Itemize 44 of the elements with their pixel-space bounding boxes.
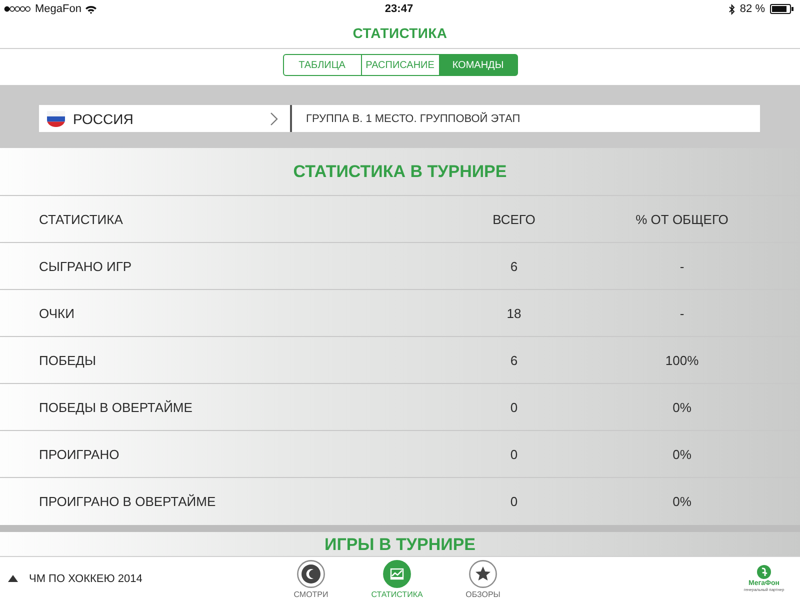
section-title: ИГРЫ В ТУРНИРЕ <box>324 535 476 555</box>
stat-name: ПРОИГРАНО В ОВЕРТАЙМЕ <box>39 494 217 509</box>
stat-total: 0 <box>509 400 519 414</box>
stat-name: СЫГРАНО ИГР <box>39 258 133 274</box>
battery-icon <box>770 4 794 14</box>
chevron-right-icon <box>270 112 278 126</box>
triangle-up-icon <box>8 575 18 582</box>
segment-tab[interactable]: КОМАНДЫ <box>438 54 518 76</box>
bluetooth-icon <box>728 4 735 14</box>
stat-percent: 0% <box>672 400 692 414</box>
segment-tab[interactable]: РАСПИСАНИЕ <box>360 54 440 76</box>
tournament-link[interactable]: ЧМ ПО ХОККЕЮ 2014 <box>8 572 142 584</box>
carrier-name: MegaFon <box>35 3 82 15</box>
column-header: % ОТ ОБЩЕГО <box>634 212 730 226</box>
stat-total: 6 <box>509 258 519 274</box>
battery-percent: 82 % <box>740 3 765 15</box>
stat-percent: - <box>678 258 686 274</box>
team-info: ГРУППА В. 1 МЕСТО. ГРУППОВОЙ ЭТАП <box>305 112 520 124</box>
clock-time: 23:47 <box>384 3 414 15</box>
tab-bar-item[interactable]: СМОТРИ <box>281 558 341 599</box>
stat-total: 6 <box>509 352 519 368</box>
stat-total: 18 <box>506 306 522 320</box>
segment-tab[interactable]: ТАБЛИЦА <box>282 54 362 76</box>
logo-icon <box>757 565 771 579</box>
stat-name: ПОБЕДЫ <box>39 352 97 368</box>
screen-title: СТАТИСТИКА <box>352 25 448 41</box>
flag-icon <box>47 110 65 126</box>
wifi-icon <box>85 4 98 14</box>
stat-percent: 100% <box>664 352 700 368</box>
column-header: СТАТИСТИКА <box>39 212 124 226</box>
signal-strength-icon <box>4 6 31 12</box>
stat-total: 0 <box>509 446 519 462</box>
stat-percent: 0% <box>672 446 692 462</box>
stat-percent: 0% <box>672 494 692 509</box>
team-name: РОССИЯ <box>73 110 134 126</box>
stat-total: 0 <box>509 494 519 509</box>
column-header: ВСЕГО <box>492 212 536 226</box>
tab-bar-item[interactable]: СТАТИСТИКА <box>367 558 427 599</box>
stat-percent: - <box>678 306 686 320</box>
stat-name: ОЧКИ <box>39 306 76 320</box>
stat-name: ПРОИГРАНО <box>39 446 120 462</box>
tab-bar-item[interactable]: ОБЗОРЫ <box>453 558 513 599</box>
stat-name: ПОБЕДЫ В ОВЕРТАЙМЕ <box>39 400 194 414</box>
section-title: СТАТИСТИКА В ТУРНИРЕ <box>293 162 507 182</box>
